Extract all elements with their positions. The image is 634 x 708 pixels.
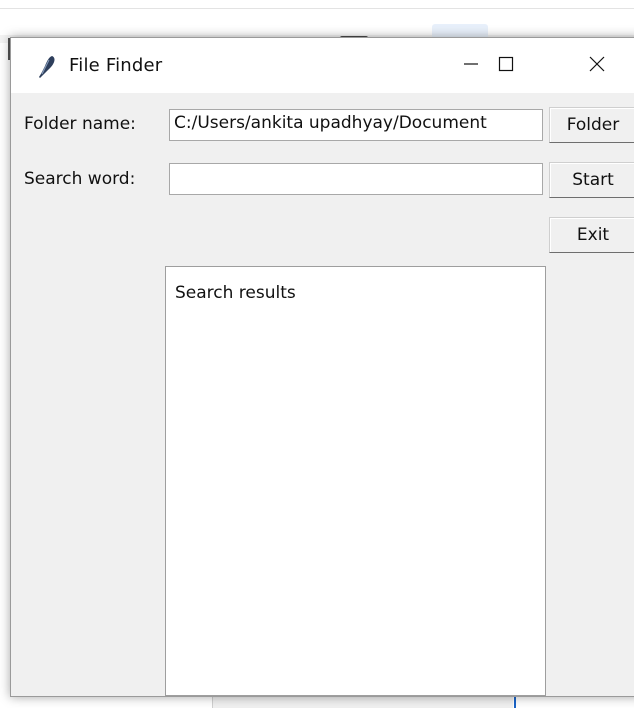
- exit-button[interactable]: Exit: [549, 217, 634, 253]
- search-word-field[interactable]: [169, 163, 543, 195]
- file-finder-window: File Finder Folder name: C:/Users/ankita…: [10, 37, 634, 697]
- maximize-icon: [498, 56, 514, 76]
- search-results-box[interactable]: Search results: [165, 266, 546, 696]
- search-word-label: Search word:: [24, 169, 136, 189]
- close-icon: [589, 56, 605, 76]
- search-results-text: Search results: [175, 283, 296, 303]
- folder-name-field[interactable]: C:/Users/ankita upadhyay/Document: [169, 109, 543, 141]
- feather-icon: [37, 55, 59, 79]
- folder-name-label: Folder name:: [24, 114, 136, 134]
- window-title: File Finder: [69, 55, 163, 76]
- title-bar[interactable]: File Finder: [11, 38, 634, 93]
- screen: File Finder Folder name: C:/Users/ankita…: [0, 0, 634, 708]
- start-button[interactable]: Start: [549, 162, 634, 198]
- close-button[interactable]: [551, 38, 634, 93]
- maximize-button[interactable]: [461, 38, 551, 93]
- folder-button[interactable]: Folder: [549, 107, 634, 143]
- background-divider: [0, 8, 634, 9]
